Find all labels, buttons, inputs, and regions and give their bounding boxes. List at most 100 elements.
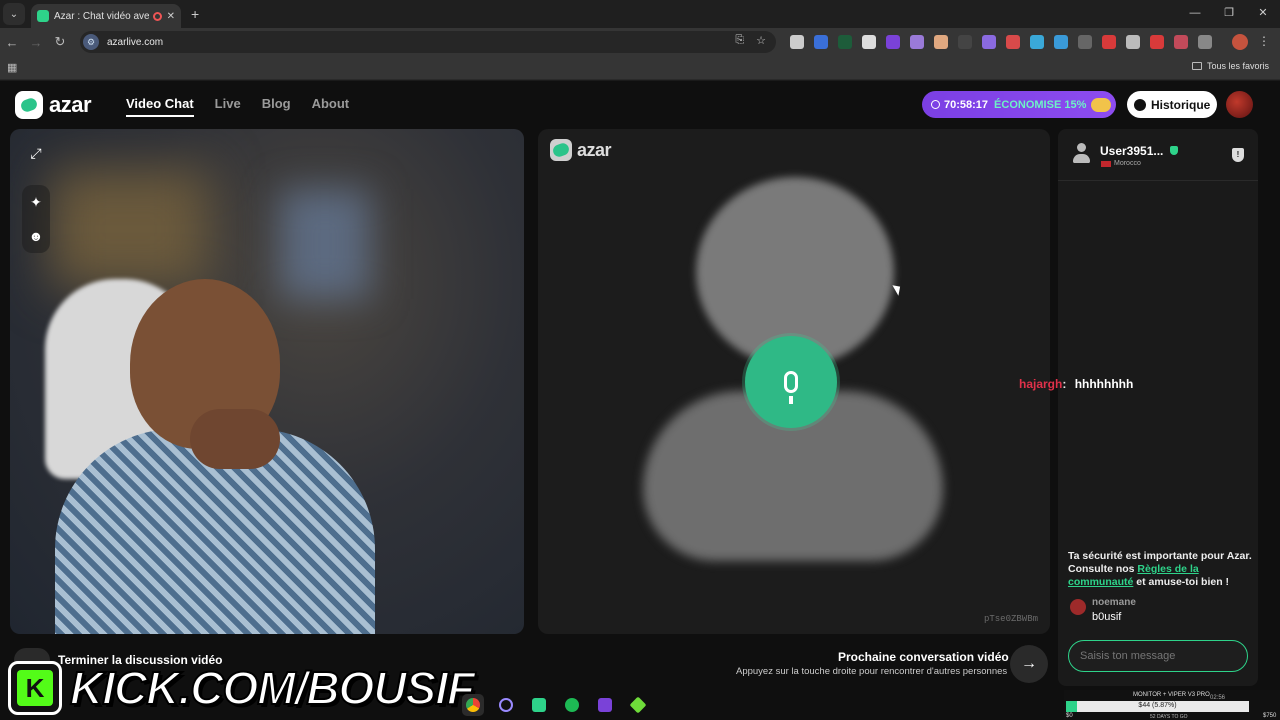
chat-message-input[interactable] — [1068, 640, 1248, 672]
kick-logo: K — [8, 661, 62, 715]
extension-icon[interactable] — [790, 35, 804, 49]
user-avatar[interactable] — [1226, 91, 1253, 118]
face-filter-icon[interactable]: ☻ — [22, 222, 50, 250]
extension-icon[interactable] — [958, 35, 972, 49]
extension-icon[interactable] — [934, 35, 948, 49]
close-window-icon[interactable]: ✕ — [1246, 0, 1280, 26]
back-icon[interactable]: ← — [0, 35, 24, 50]
history-button[interactable]: Historique — [1127, 91, 1217, 118]
person-hand — [190, 409, 280, 469]
browser-menu-icon[interactable]: ⋮ — [1258, 34, 1270, 48]
browser-toolbar: ← → ↻ ⚙ azarlive.com ⎘ ☆ ⋮ — [0, 28, 1280, 56]
user-profile-icon — [1072, 143, 1090, 165]
extension-icon[interactable] — [1126, 35, 1140, 49]
extension-icon[interactable] — [1150, 35, 1164, 49]
nav-blog[interactable]: Blog — [262, 96, 291, 117]
azar-logo[interactable]: azar — [15, 91, 92, 119]
tab-search-icon[interactable]: ⌄ — [3, 3, 25, 25]
bookmark-star-icon[interactable]: ☆ — [756, 34, 766, 47]
goal-value: $44 (5.87%) — [1138, 702, 1177, 709]
effects-sparkle-icon[interactable]: ✦ — [22, 188, 50, 216]
microphone-button[interactable] — [745, 336, 837, 428]
minimize-icon[interactable]: — — [1178, 0, 1212, 26]
history-label: Historique — [1151, 97, 1211, 112]
spotify-icon[interactable] — [561, 694, 583, 716]
kick-overlay: K KICK.COM/BOUSIF — [0, 656, 476, 720]
bookmarks-bar: ▦ Tous les favoris — [0, 56, 1280, 80]
partner-video: azar pTse0ZBWBm — [538, 129, 1050, 634]
extension-icon[interactable] — [982, 35, 996, 49]
extension-icon[interactable] — [886, 35, 900, 49]
goal-min: $0 — [1066, 713, 1073, 719]
extension-icon[interactable] — [1102, 35, 1116, 49]
goal-max: $750 — [1263, 713, 1277, 719]
kick-channel-text: KICK.COM/BOUSIF — [69, 661, 476, 715]
address-bar[interactable]: ⚙ azarlive.com ⎘ ☆ — [80, 31, 776, 53]
promo-text: ÉCONOMISE 15% — [994, 98, 1087, 111]
extension-icon[interactable] — [910, 35, 924, 49]
chrome-icon[interactable] — [462, 694, 484, 716]
media-app-icon[interactable] — [627, 694, 649, 716]
site-info-icon[interactable]: ⚙ — [83, 34, 99, 50]
window-controls: — ❐ ✕ — [1178, 0, 1280, 26]
nav-video-chat[interactable]: Video Chat — [126, 96, 194, 117]
install-app-icon[interactable]: ⎘ — [735, 34, 744, 47]
chat-header: User3951... Morocco ! — [1058, 129, 1258, 181]
expand-icon[interactable]: ⤢ — [22, 139, 50, 167]
extension-icon[interactable] — [862, 35, 876, 49]
recording-icon — [152, 11, 162, 21]
extension-icon[interactable] — [814, 35, 828, 49]
reload-icon[interactable]: ↻ — [48, 34, 72, 50]
extension-icon[interactable] — [1078, 35, 1092, 49]
browser-tab[interactable]: Azar : Chat vidéo avec de n ✕ — [31, 4, 181, 28]
apps-grid-icon[interactable]: ▦ — [7, 61, 17, 74]
chat-panel: User3951... Morocco ! Ta sécurité est im… — [1058, 129, 1258, 686]
tab-strip: ⌄ Azar : Chat vidéo avec de n ✕ + — ❐ ✕ — [0, 0, 1280, 28]
history-clock-icon — [1134, 98, 1146, 111]
stream-chat-overlay: hajargh: hhhhhhhh — [1019, 377, 1134, 391]
extensions-puzzle-icon[interactable] — [1198, 35, 1212, 49]
timer-icon — [931, 100, 940, 109]
folder-icon — [1191, 62, 1202, 70]
extension-icon[interactable] — [1054, 35, 1068, 49]
promo-timer: 70:58:17 — [944, 98, 989, 111]
streaming-app-icon[interactable] — [528, 694, 550, 716]
app-icon[interactable] — [594, 694, 616, 716]
goal-title: MONITOR + VIPER V3 PRO — [1133, 692, 1210, 698]
extension-icon[interactable] — [838, 35, 852, 49]
next-chat-title: Prochaine conversation vidéo — [838, 650, 1009, 664]
extension-icon[interactable] — [1030, 35, 1044, 49]
restore-icon[interactable]: ❐ — [1212, 0, 1246, 26]
nav-live[interactable]: Live — [215, 96, 241, 117]
overlay-message: hhhhhhhh — [1074, 377, 1134, 391]
app-icon[interactable] — [495, 694, 517, 716]
azar-watermark-icon — [550, 139, 572, 161]
profile-avatar[interactable] — [1232, 34, 1248, 50]
goal-days-left: 52 DAYS TO GO — [1150, 714, 1188, 720]
partner-username[interactable]: User3951... — [1100, 144, 1163, 158]
close-tab-icon[interactable]: ✕ — [167, 11, 175, 22]
taskbar-apps — [462, 694, 649, 716]
forward-icon[interactable]: → — [24, 35, 48, 50]
donation-goal-widget: MONITOR + VIPER V3 PRO 02:56 $44 (5.87%)… — [1064, 690, 1280, 720]
extension-icon[interactable] — [1174, 35, 1188, 49]
new-tab-button[interactable]: + — [191, 6, 199, 22]
partner-video-watermark: azar — [550, 139, 612, 161]
url-text[interactable]: azarlive.com — [107, 37, 163, 48]
nav-about[interactable]: About — [312, 96, 350, 117]
morocco-flag-icon — [1101, 160, 1111, 167]
safety-suffix: et amuse-toi bien ! — [1133, 576, 1230, 588]
extension-icon[interactable] — [1006, 35, 1020, 49]
promo-banner[interactable]: 70:58:17 ÉCONOMISE 15% — [922, 91, 1116, 118]
report-shield-icon[interactable]: ! — [1232, 148, 1244, 162]
overlay-username: hajargh — [1019, 377, 1063, 391]
all-bookmarks-label: Tous les favoris — [1206, 61, 1269, 71]
verified-badge-icon — [1170, 146, 1178, 155]
chat-message: noemane b0usif — [1070, 597, 1136, 623]
country-label: Morocco — [1114, 160, 1141, 167]
gems-icon — [1091, 97, 1112, 112]
all-bookmarks-folder[interactable]: Tous les favoris — [1191, 61, 1269, 71]
azar-logo-icon — [15, 91, 43, 119]
video-tools: ⤢ ✦ ☻ — [22, 139, 50, 253]
next-arrow-button[interactable]: → — [1010, 645, 1048, 683]
